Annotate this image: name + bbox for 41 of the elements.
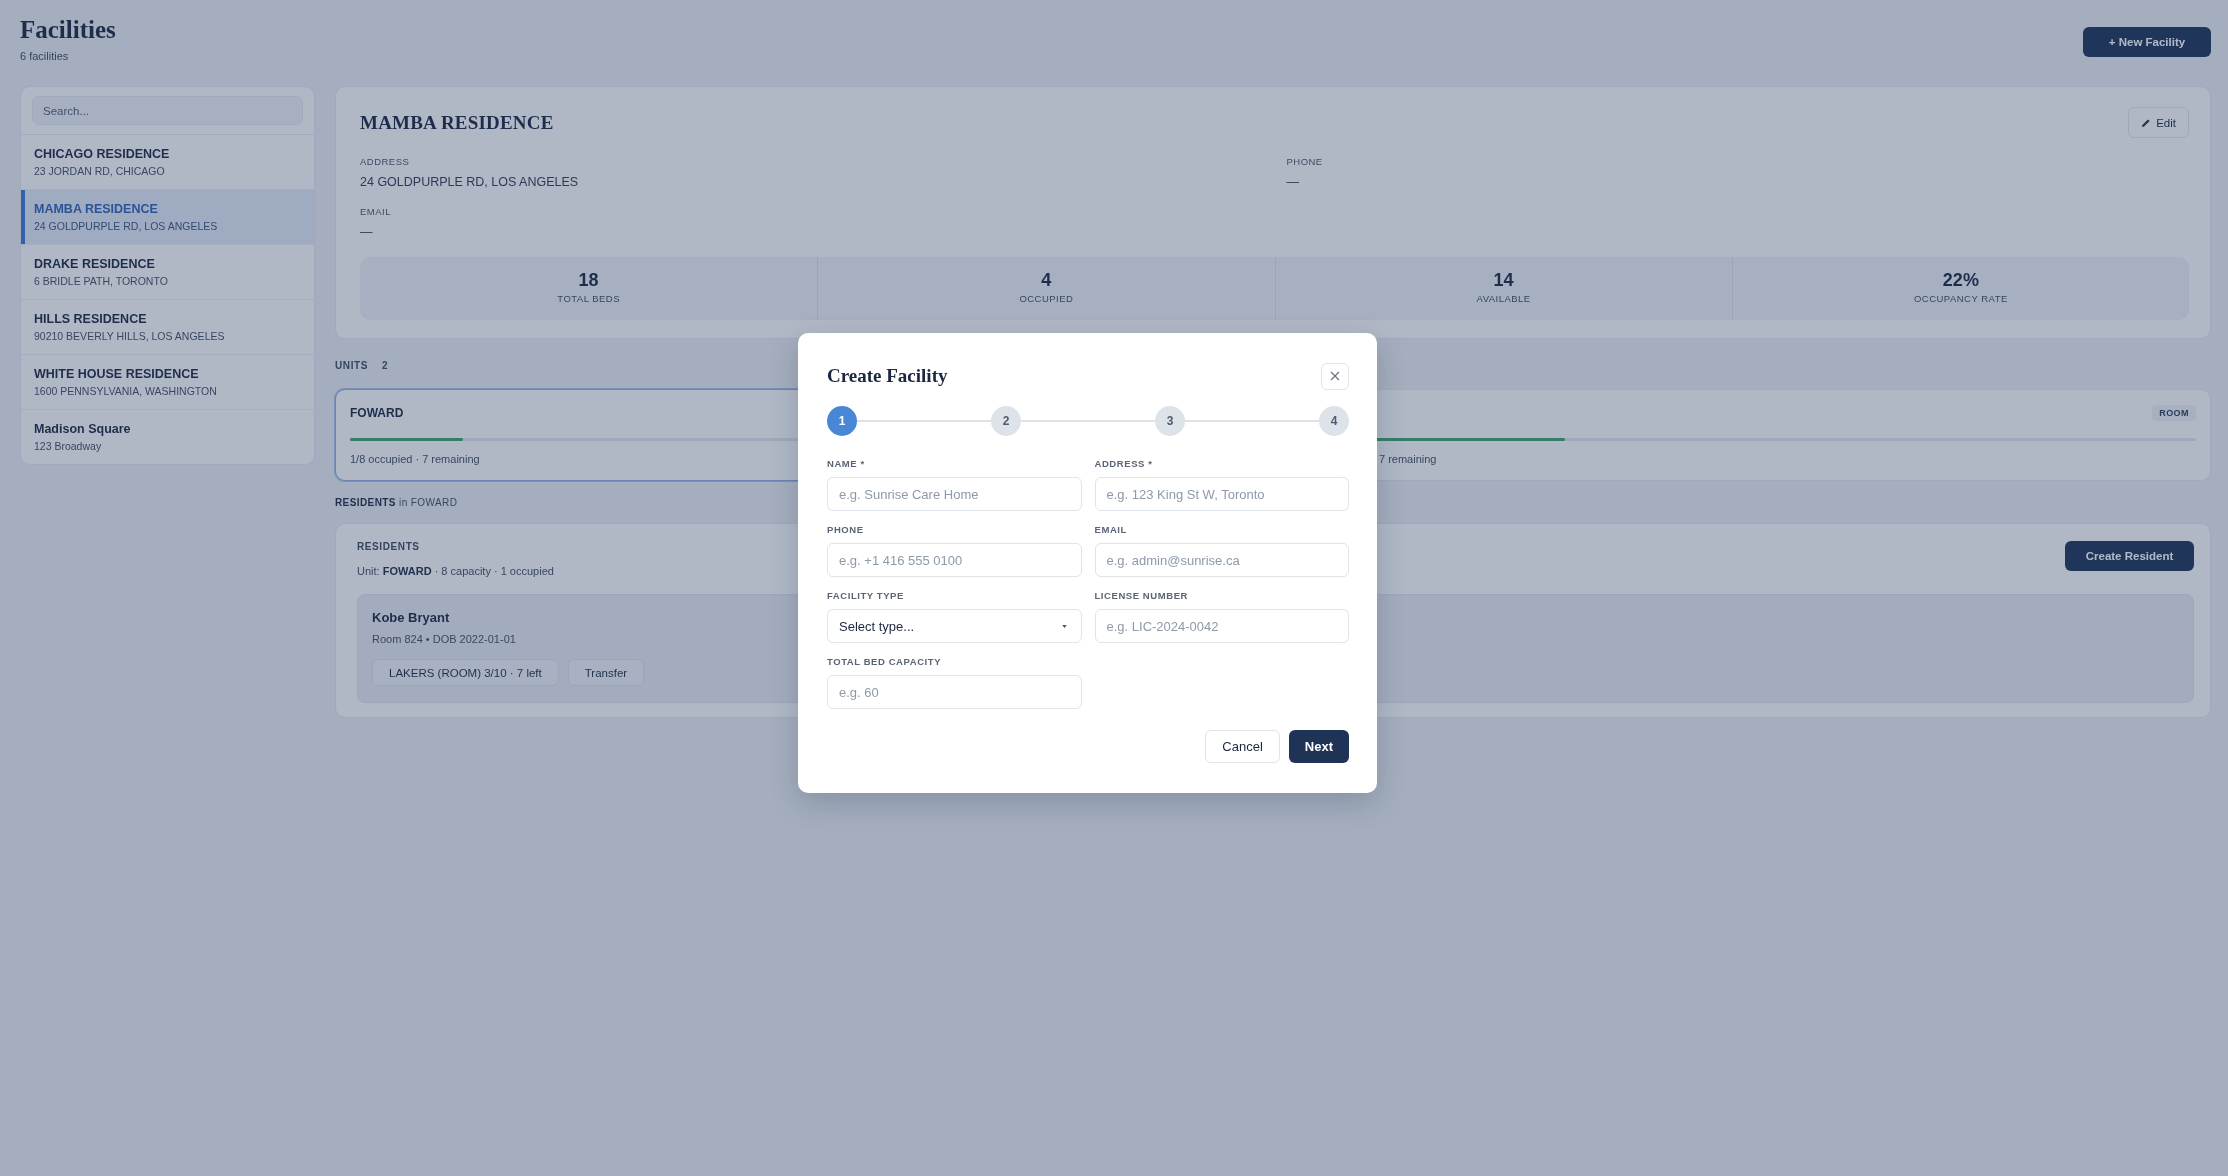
field-label: NAME * [827,458,865,470]
card-title: RESIDENTS [357,541,420,553]
section-heading: RESIDENTS in FOWARD [335,497,458,509]
field-label: PHONE [1286,156,1323,168]
stat-value: 18 [578,269,599,291]
field-label: LICENSE NUMBER [1094,590,1188,602]
field-label: FACILITY TYPE [827,590,904,602]
unit-name: FOWARD [350,406,404,420]
field-label: ADDRESS * [1094,458,1153,470]
resident-details: Room 824 • DOB 2022-01-01 [372,632,516,646]
resident-name: Kobe Bryant [372,609,450,627]
field-label: EMAIL [1094,524,1127,536]
stat-value: 4 [1041,269,1052,291]
unit-occupancy: 1/8 occupied · 7 remaining [350,452,480,466]
modal-title: Create Facility [827,365,948,387]
stat-label: AVAILABLE [1476,293,1531,305]
stat-label: OCCUPANCY RATE [1914,293,2008,305]
unit-count: 2 [382,360,389,372]
step-circle: 1 [827,406,857,436]
page-title: Facilities [20,15,116,45]
step-circle: 3 [1155,406,1185,436]
stat-label: OCCUPIED [1019,293,1074,305]
section-label: UNITS [335,360,368,372]
field-label: PHONE [827,524,864,536]
field-label: EMAIL [360,206,391,218]
step-circle: 4 [1319,406,1349,436]
unit-occupancy: 7 remaining [1379,452,1437,466]
stat-value: 22% [1942,269,1979,291]
step-circle: 2 [991,406,1021,436]
stat-value: 14 [1493,269,1514,291]
stat-label: TOTAL BEDS [557,293,620,305]
field-value: 24 GOLDPURPLE RD, LOS ANGELES [360,174,579,191]
field-label: TOTAL BED CAPACITY [827,656,942,668]
unit-summary: Unit: FOWARD · 8 capacity · 1 occupied [357,564,554,579]
page-subtitle: 6 facilities [20,50,69,62]
field-value: — [1286,174,1299,191]
room-tag: ROOM [2152,405,2196,421]
facility-title: MAMBA RESIDENCE [360,111,554,134]
unit-chip: LAKERS (ROOM) 3/10 · 7 left [372,659,559,686]
field-value: — [360,224,373,241]
field-label: ADDRESS [360,156,410,168]
